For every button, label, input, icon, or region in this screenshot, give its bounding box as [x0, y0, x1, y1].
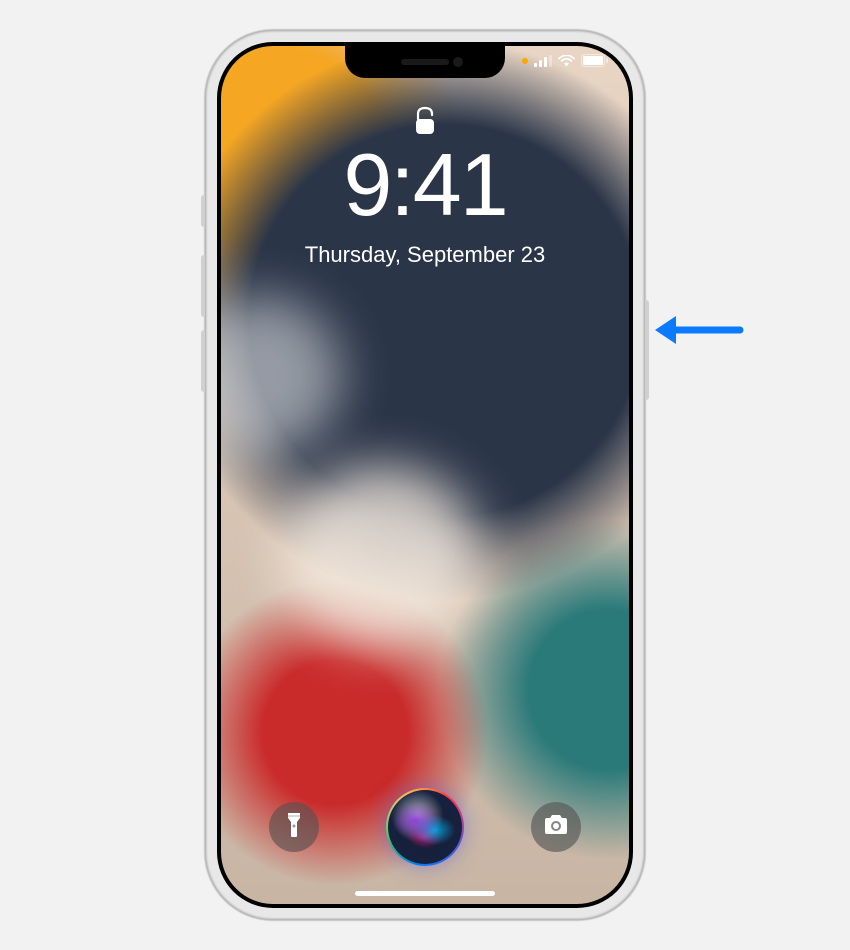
wallpaper-shape — [281, 466, 481, 646]
camera-button[interactable] — [531, 802, 581, 852]
battery-icon — [581, 54, 609, 67]
wallpaper-shape — [221, 296, 341, 456]
wifi-icon — [558, 55, 575, 67]
status-bar — [522, 54, 609, 67]
date-display: Thursday, September 23 — [221, 242, 629, 268]
flashlight-button[interactable] — [269, 802, 319, 852]
front-camera — [453, 57, 463, 67]
cellular-signal-icon — [534, 55, 552, 67]
home-indicator[interactable] — [355, 891, 495, 896]
lock-screen[interactable]: 9:41 Thursday, September 23 — [221, 46, 629, 904]
camera-icon — [543, 814, 569, 841]
speaker-grille — [401, 59, 449, 65]
phone-frame: 9:41 Thursday, September 23 — [205, 30, 645, 920]
time-display: 9:41 — [221, 134, 629, 236]
volume-down-button[interactable] — [201, 330, 205, 392]
phone-bezel: 9:41 Thursday, September 23 — [217, 42, 633, 908]
mute-switch[interactable] — [201, 195, 205, 227]
arrow-annotation — [650, 310, 745, 355]
siri-button[interactable] — [386, 788, 464, 866]
side-button[interactable] — [645, 300, 649, 400]
flashlight-icon — [285, 812, 303, 843]
location-indicator-icon — [522, 58, 528, 64]
volume-up-button[interactable] — [201, 255, 205, 317]
notch — [345, 46, 505, 78]
bottom-controls — [221, 788, 629, 866]
